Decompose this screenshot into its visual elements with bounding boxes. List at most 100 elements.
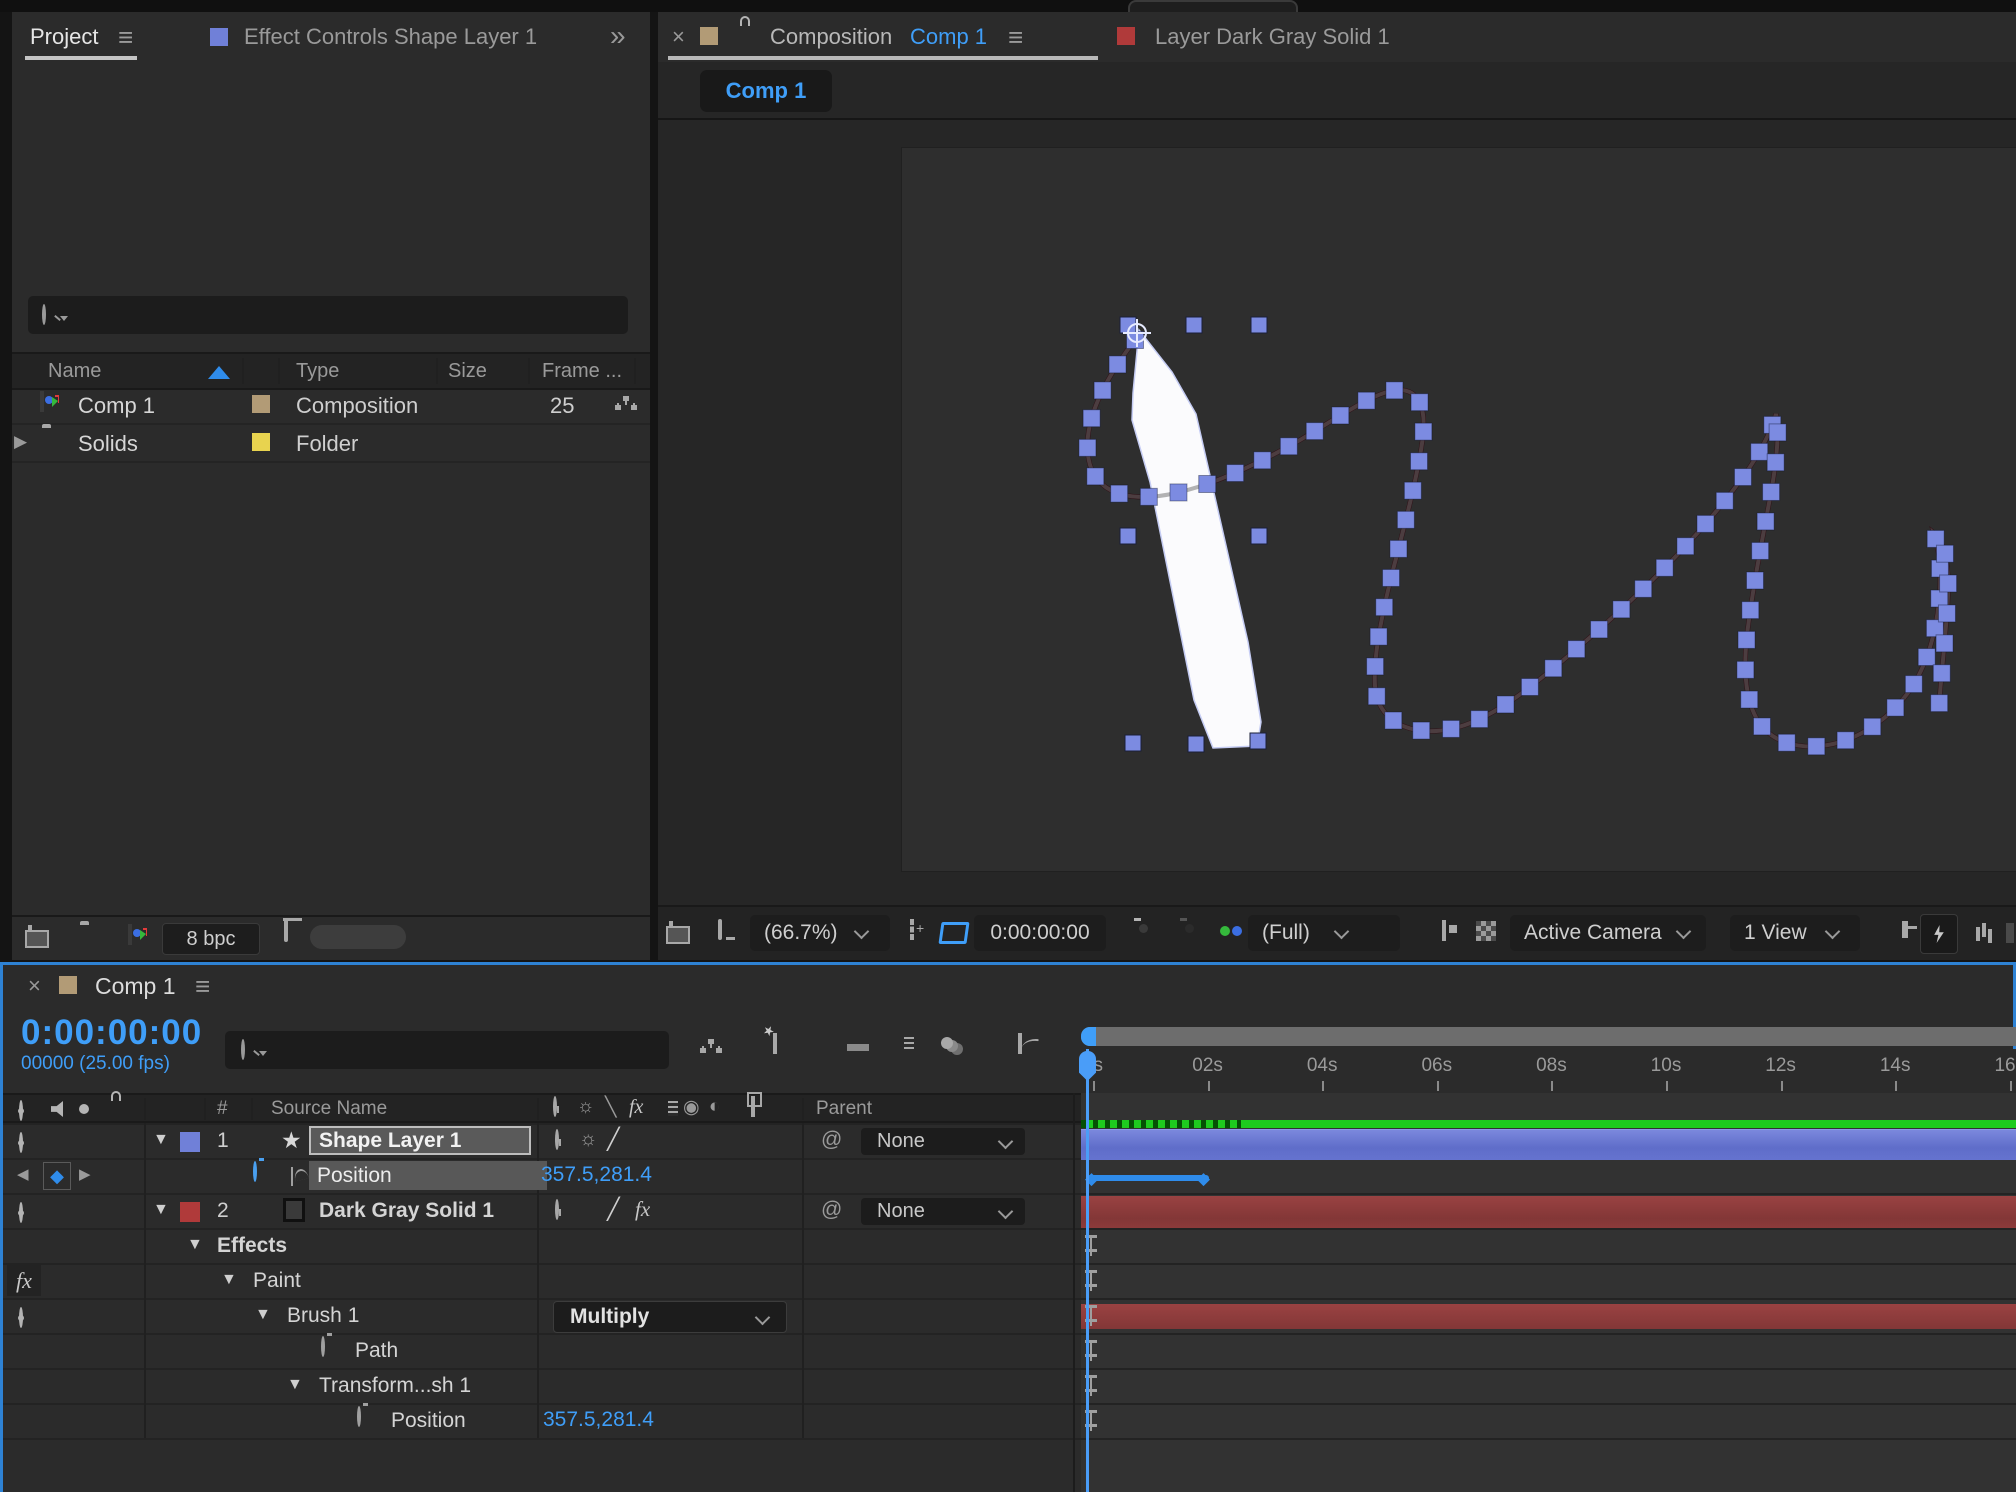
path-vertex[interactable] — [1697, 515, 1714, 532]
parent-link-icon[interactable]: @ — [821, 1128, 842, 1152]
property-row-position[interactable]: ◀ ◆ ▶ Position 357.5,281.4 — [3, 1160, 1081, 1193]
path-vertex[interactable] — [1741, 691, 1758, 708]
path-vertex[interactable] — [1545, 660, 1562, 677]
keyframe-toggle[interactable]: ◆ — [43, 1162, 71, 1190]
property-value[interactable]: 357.5,281.4 — [541, 1163, 652, 1187]
timeline-search-input[interactable] — [225, 1031, 669, 1069]
time-navigator[interactable] — [1081, 1027, 2016, 1046]
path-vertex[interactable] — [1753, 718, 1770, 735]
path-vertex[interactable] — [1397, 511, 1414, 528]
path-vertex[interactable] — [1677, 538, 1694, 555]
path-vertex[interactable] — [1199, 475, 1216, 492]
layer-row-dark-gray-solid-1[interactable]: ▼ 2 Dark Gray Solid 1 ╱ fx @ None — [3, 1195, 1081, 1228]
selection-handle[interactable] — [1251, 317, 1267, 333]
view-layout-dropdown[interactable]: 1 View — [1730, 915, 1860, 951]
view-tab-comp1[interactable]: Comp 1 — [700, 70, 832, 112]
expand-arrow-icon[interactable]: ▶ — [14, 432, 27, 452]
path-vertex[interactable] — [1390, 540, 1407, 557]
expander-icon[interactable]: ▼ — [221, 1271, 237, 1289]
path-vertex[interactable] — [1415, 423, 1432, 440]
graph-editor-icon[interactable] — [1018, 1033, 1022, 1054]
timeline-menu-icon[interactable]: ≡ — [195, 971, 210, 1002]
layer-bar-brush-1[interactable] — [1081, 1304, 2016, 1329]
property-name[interactable]: Position — [391, 1409, 466, 1433]
group-name[interactable]: Brush 1 — [287, 1304, 359, 1328]
quality-switch[interactable]: ╱ — [607, 1197, 620, 1222]
path-vertex[interactable] — [1404, 482, 1421, 499]
path-vertex[interactable] — [1376, 599, 1393, 616]
property-name[interactable]: Path — [355, 1339, 398, 1363]
eye-icon[interactable] — [19, 1132, 23, 1153]
video-column-icon[interactable] — [19, 1100, 23, 1121]
path-vertex[interactable] — [1918, 649, 1935, 666]
path-vertex[interactable] — [1742, 602, 1759, 619]
path-vertex[interactable] — [1087, 468, 1104, 485]
prev-keyframe-icon[interactable]: ◀ — [17, 1165, 29, 1183]
path-vertex[interactable] — [1864, 718, 1881, 735]
path-vertex[interactable] — [1938, 605, 1955, 622]
path-vertex[interactable] — [1752, 542, 1769, 559]
col-type[interactable]: Type — [296, 360, 339, 383]
path-vertex[interactable] — [1931, 695, 1948, 712]
path-vertex[interactable] — [1521, 678, 1538, 695]
expander-icon[interactable]: ▼ — [153, 1131, 169, 1149]
path-vertex[interactable] — [1778, 734, 1795, 751]
path-vertex[interactable] — [1386, 382, 1403, 399]
group-row-brush-1[interactable]: ▼ Brush 1 Multiply — [3, 1300, 1081, 1333]
blend-mode-dropdown[interactable]: Multiply — [553, 1301, 787, 1333]
motion-blur-icon[interactable] — [941, 1037, 953, 1049]
parent-link-icon[interactable]: @ — [821, 1198, 842, 1222]
close-icon[interactable]: × — [28, 973, 41, 999]
trash-icon[interactable] — [284, 921, 288, 942]
col-frame[interactable]: Frame ... — [542, 360, 622, 383]
path-vertex[interactable] — [1413, 722, 1430, 739]
sketch-switch[interactable]: ╱ — [607, 1127, 620, 1152]
new-composition-icon[interactable] — [128, 924, 132, 945]
layer-color-swatch[interactable] — [180, 1132, 200, 1152]
keyframe-diamond-end[interactable]: ◆ — [1197, 1169, 1210, 1189]
tab-composition-name[interactable]: Comp 1 — [910, 24, 987, 50]
col-name[interactable]: Name — [48, 360, 101, 383]
selection-handle[interactable] — [1188, 736, 1204, 752]
layer-row-shape-layer-1[interactable]: ▼ 1 ★ Shape Layer 1 ☼ ╱ @ None — [3, 1125, 1081, 1158]
selection-handle[interactable] — [1250, 733, 1266, 749]
timeline-graph-icon[interactable] — [1976, 927, 1980, 941]
stopwatch-icon[interactable] — [253, 1161, 257, 1182]
tab-composition-prefix[interactable]: Composition — [770, 24, 892, 50]
path-vertex[interactable] — [1170, 484, 1187, 501]
mask-visibility-icon[interactable] — [938, 922, 969, 944]
path-vertex[interactable] — [1738, 631, 1755, 648]
path-vertex[interactable] — [1083, 410, 1100, 427]
draft-3d-icon[interactable] — [773, 1033, 777, 1054]
path-vertex[interactable] — [1254, 452, 1271, 469]
tab-effect-controls[interactable]: Effect Controls Shape Layer 1 — [244, 24, 537, 50]
pixel-aspect-icon[interactable] — [1902, 921, 1908, 938]
eye-icon[interactable] — [19, 1307, 23, 1328]
path-vertex[interactable] — [1751, 443, 1768, 460]
label-swatch[interactable] — [252, 433, 270, 451]
path-vertex[interactable] — [1936, 635, 1953, 652]
keyframe-span[interactable]: ◆ ◆ — [1087, 1172, 1209, 1184]
path-vertex[interactable] — [1370, 628, 1387, 645]
always-preview-icon[interactable] — [669, 921, 673, 942]
path-vertex[interactable] — [1368, 688, 1385, 705]
path-vertex[interactable] — [1109, 356, 1126, 373]
selection-handle[interactable] — [1120, 528, 1136, 544]
layer-bar-shape-layer-1[interactable] — [1081, 1129, 2016, 1160]
parent-dropdown[interactable]: None — [861, 1128, 1025, 1155]
panel-menu-icon[interactable]: ≡ — [118, 22, 133, 53]
group-name[interactable]: Effects — [217, 1234, 287, 1258]
current-timecode[interactable]: 0:00:00:00 — [21, 1013, 202, 1053]
path-vertex[interactable] — [1471, 711, 1488, 728]
path-vertex[interactable] — [1656, 559, 1673, 576]
resolution-dropdown[interactable]: (Full) — [1248, 915, 1400, 951]
path-vertex[interactable] — [1385, 712, 1402, 729]
path-vertex[interactable] — [1746, 572, 1763, 589]
path-vertex[interactable] — [1411, 453, 1428, 470]
sort-asc-icon[interactable] — [208, 366, 230, 379]
path-vertex[interactable] — [1140, 488, 1157, 505]
region-of-interest-icon[interactable] — [910, 919, 914, 940]
stopwatch-icon[interactable] — [321, 1336, 325, 1357]
tab-layer-dark-gray[interactable]: Layer Dark Gray Solid 1 — [1155, 24, 1390, 50]
layer-name[interactable]: Dark Gray Solid 1 — [319, 1199, 494, 1223]
